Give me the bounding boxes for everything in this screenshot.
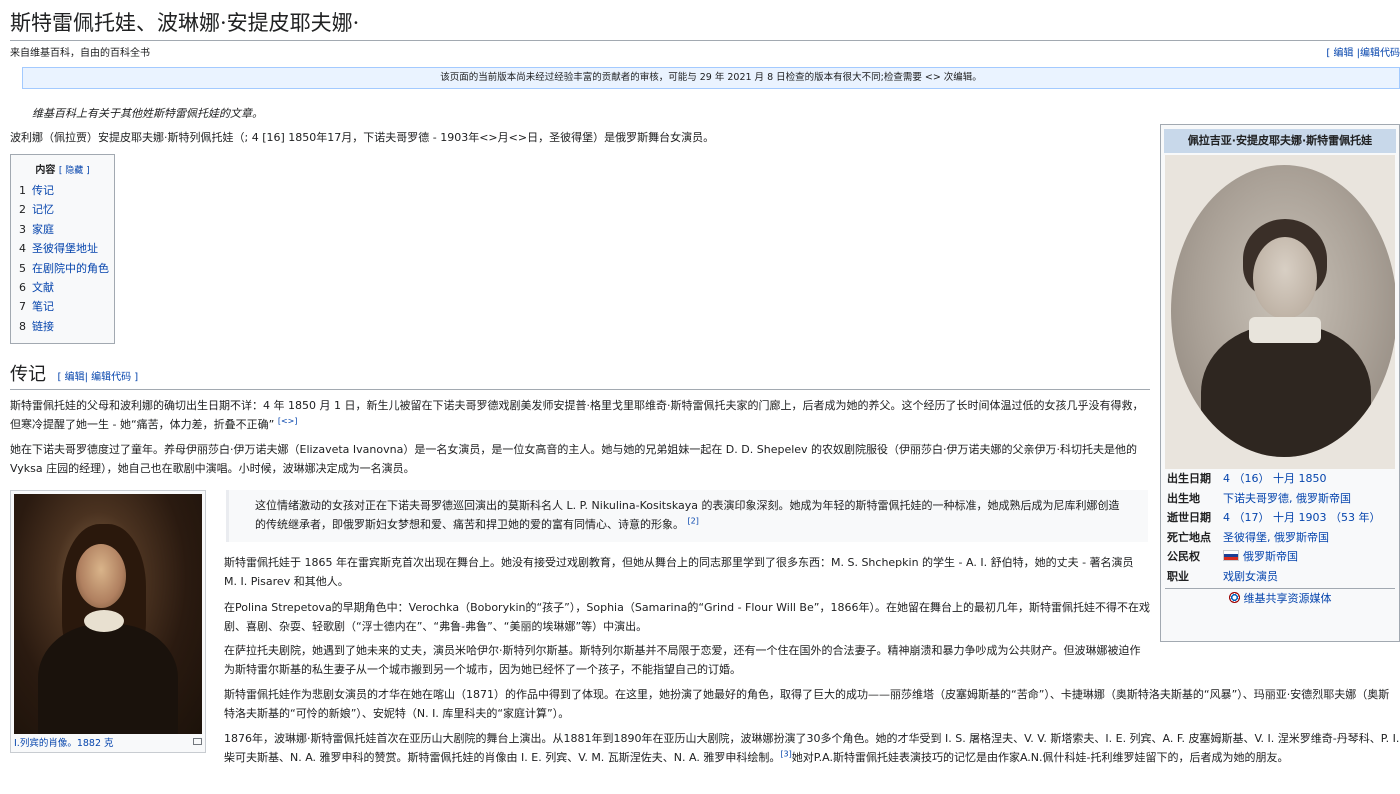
toc-item-number: 7 <box>19 300 26 314</box>
infobox-value[interactable]: 4 （16） 十月 1850 <box>1223 469 1393 489</box>
infobox-value[interactable]: 下诺夫哥罗德, 俄罗斯帝国 <box>1223 489 1393 509</box>
bio-paragraph-3: 斯特雷佩托娃于 1865 年在雷宾斯克首次出现在舞台上。她没有接受过戏剧教育，但… <box>224 556 1134 588</box>
page-edit-links[interactable]: [ 编辑 |编辑代码 <box>1326 44 1400 63</box>
toc-item-label[interactable]: 传记 <box>32 184 54 197</box>
infobox-value[interactable]: 戏剧女演员 <box>1223 567 1393 587</box>
toc-item-number: 2 <box>19 203 26 217</box>
toc-item-number: 5 <box>19 261 26 275</box>
infobox-label: 职业 <box>1167 569 1189 583</box>
bio-paragraph-2: 她在下诺夫哥罗德度过了童年。养母伊丽莎白·伊万诺夫娜（Elizaveta Iva… <box>10 443 1138 475</box>
tagline: 来自维基百科，自由的百科全书 <box>10 48 150 59</box>
toc-item-label[interactable]: 链接 <box>32 320 54 333</box>
infobox-row: 公民权 俄罗斯帝国 <box>1161 547 1399 567</box>
thumbnail-caption-text[interactable]: I.列宾的肖像。1882 克 <box>14 737 114 751</box>
portrait-photo[interactable] <box>1171 165 1395 457</box>
toc-item-label[interactable]: 记忆 <box>32 203 54 216</box>
infobox-value[interactable]: 俄罗斯帝国 <box>1223 547 1393 567</box>
commons-link-text[interactable]: 维基共享资源媒体 <box>1244 592 1332 605</box>
toc-item[interactable]: 1 传记 <box>19 181 106 200</box>
hatnote[interactable]: 维基百科上有关于其他姓斯特雷佩托娃的文章。 <box>32 104 263 123</box>
reference-link[interactable]: [<>] <box>278 416 298 425</box>
toc-item-label[interactable]: 圣彼得堡地址 <box>32 242 98 255</box>
infobox-label: 死亡地点 <box>1167 530 1211 544</box>
infobox-row: 死亡地点 圣彼得堡, 俄罗斯帝国 <box>1161 528 1399 548</box>
infobox-row: 出生日期 4 （16） 十月 1850 <box>1161 469 1399 489</box>
infobox-title: 佩拉吉亚·安提皮耶夫娜·斯特雷佩托娃 <box>1164 129 1396 153</box>
infobox-rows: 出生日期 4 （16） 十月 1850 出生地 下诺夫哥罗德, 俄罗斯帝国 逝世日期 4 … <box>1161 469 1399 586</box>
toc-item-label[interactable]: 在剧院中的角色 <box>32 262 109 275</box>
toc-title: 内容 [ 隐藏 ] <box>19 161 106 181</box>
infobox-value[interactable]: 圣彼得堡, 俄罗斯帝国 <box>1223 528 1393 548</box>
toc-item[interactable]: 3 家庭 <box>19 220 106 239</box>
lead-paragraph: 波利娜（佩拉贾）安提皮耶夫娜·斯特列佩托娃（; 4 [16] 1850年17月，… <box>10 131 715 144</box>
infobox-label: 出生地 <box>1167 491 1200 505</box>
commons-icon <box>1228 592 1240 603</box>
toc-toggle[interactable]: [ 隐藏 ] <box>59 166 90 176</box>
toc-item-number: 6 <box>19 281 26 295</box>
infobox-label: 逝世日期 <box>1167 511 1211 524</box>
toc-item[interactable]: 4 圣彼得堡地址 <box>19 239 106 258</box>
review-notice: 该页面的当前版本尚未经过经验丰富的贡献者的审核，可能与 29 年 2021 月 … <box>22 67 1400 89</box>
portrait-thumbnail[interactable]: I.列宾的肖像。1882 克 <box>10 490 206 753</box>
table-of-contents: 内容 [ 隐藏 ] 1 传记 2 记忆 3 家庭 4 圣彼得堡地址 5 在剧院中的角色 6 文献 7 笔记… <box>10 154 115 344</box>
expand-icon[interactable] <box>193 738 202 745</box>
toc-item[interactable]: 8 链接 <box>19 317 106 336</box>
toc-item-number: 4 <box>19 242 26 256</box>
toc-heading: 内容 <box>35 165 56 176</box>
infobox-label: 公民权 <box>1167 550 1200 563</box>
infobox: 佩拉吉亚·安提皮耶夫娜·斯特雷佩托娃 出生日期 4 （16） 十月 1850 出生地… <box>1160 124 1400 642</box>
title-divider <box>10 40 1400 41</box>
toc-item-label[interactable]: 家庭 <box>32 223 54 236</box>
bio-paragraph-4: 在Polina Strepetova的早期角色中：Verochka（Bobory… <box>224 601 1150 633</box>
toc-item[interactable]: 5 在剧院中的角色 <box>19 259 109 278</box>
toc-item[interactable]: 6 文献 <box>19 278 106 297</box>
toc-item[interactable]: 7 笔记 <box>19 297 106 316</box>
infobox-value[interactable]: 4 （17） 十月 1903 （53 年） <box>1223 508 1393 528</box>
infobox-label: 出生日期 <box>1167 472 1211 485</box>
toc-item-number: 8 <box>19 319 26 333</box>
toc-item-number: 1 <box>19 184 26 197</box>
thumbnail-caption: I.列宾的肖像。1882 克 <box>14 737 202 751</box>
toc-item-number: 3 <box>19 222 26 236</box>
infobox-value-text[interactable]: 俄罗斯帝国 <box>1243 550 1298 563</box>
russian-empire-flag-icon <box>1223 550 1239 561</box>
reference-link[interactable]: [3] <box>780 749 791 758</box>
infobox-row: 逝世日期 4 （17） 十月 1903 （53 年） <box>1161 508 1399 528</box>
blockquote: 这位情绪激动的女孩对正在下诺夫哥罗德巡回演出的莫斯科名人 L. P. Nikul… <box>226 490 1148 542</box>
repin-portrait-image[interactable] <box>14 494 202 734</box>
toc-item-label[interactable]: 文献 <box>32 281 54 294</box>
infobox-portrait[interactable] <box>1165 155 1395 469</box>
toc-list: 1 传记 2 记忆 3 家庭 4 圣彼得堡地址 5 在剧院中的角色 6 文献 7 笔记 8 链接 <box>19 181 109 336</box>
infobox-row: 出生地 下诺夫哥罗德, 俄罗斯帝国 <box>1161 489 1399 509</box>
section-edit-links[interactable]: [ 编辑| 编辑代码 ] <box>58 372 139 383</box>
infobox-row: 职业 戏剧女演员 <box>1161 567 1399 587</box>
section-heading-biography: 传记 [ 编辑| 编辑代码 ] <box>10 362 1150 390</box>
bio-paragraph-1-text: 斯特雷佩托娃的父母和波利娜的确切出生日期不详：4 年 1850 月 1 日，新生… <box>10 399 1144 431</box>
toc-item-label[interactable]: 笔记 <box>32 300 54 313</box>
reference-link[interactable]: [2] <box>688 516 699 525</box>
blockquote-text: 这位情绪激动的女孩对正在下诺夫哥罗德巡回演出的莫斯科名人 L. P. Nikul… <box>255 499 1120 531</box>
bio-paragraph-7-tail: 她对P.A.斯特雷佩托娃表演技巧的记忆是由作家A.N.佩什科娃-托利维罗娃留下的… <box>791 751 1289 764</box>
bio-paragraph-7: 1876年，波琳娜·斯特雷佩托娃首次在亚历山大剧院的舞台上演出。从1881年到1… <box>224 729 1400 767</box>
commons-link[interactable]: 维基共享资源媒体 <box>1165 588 1395 609</box>
section-title: 传记 <box>10 364 46 385</box>
toc-item[interactable]: 2 记忆 <box>19 200 106 219</box>
bio-paragraph-1: 斯特雷佩托娃的父母和波利娜的确切出生日期不详：4 年 1850 月 1 日，新生… <box>10 396 1150 434</box>
page-title: 斯特雷佩托娃、波琳娜·安提皮耶夫娜· <box>10 11 360 35</box>
bio-paragraph-6: 斯特雷佩托娃作为悲剧女演员的才华在她在喀山（1871）的作品中得到了体现。在这里… <box>224 688 1390 720</box>
bio-paragraph-5: 在萨拉托夫剧院，她遇到了她未来的丈夫，演员米哈伊尔·斯特列尔斯基。斯特列尔斯基并… <box>224 644 1141 676</box>
